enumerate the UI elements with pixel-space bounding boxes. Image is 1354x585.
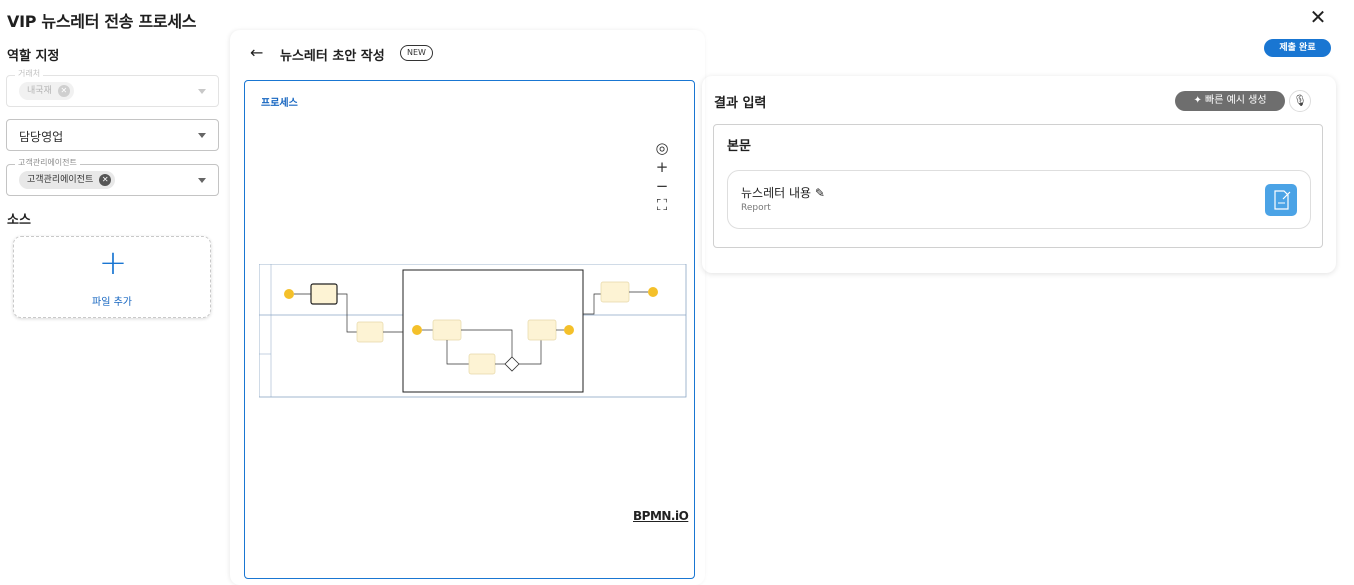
- focus-icon[interactable]: ◎: [651, 139, 673, 158]
- new-badge: NEW: [400, 45, 433, 61]
- bpmn-diagram[interactable]: [259, 264, 687, 398]
- pencil-icon[interactable]: ✎: [815, 186, 825, 200]
- role-select-client[interactable]: 거래처 내국재 ✕: [6, 69, 219, 107]
- process-label: 프로세스: [261, 98, 298, 109]
- role-select-agent[interactable]: 고객관리에이전트 고객관리에이전트 ✕: [6, 158, 219, 196]
- chevron-down-icon: [198, 178, 206, 183]
- sparkle-icon: ✦: [1193, 95, 1205, 106]
- fit-icon[interactable]: ⛶: [651, 196, 673, 215]
- window-title: VIP 뉴스레터 전송 프로세스: [7, 12, 197, 31]
- item-name-text: 뉴스레터 내용: [741, 186, 812, 200]
- close-icon[interactable]: ✕: [1307, 6, 1329, 28]
- chevron-down-icon: [198, 133, 206, 138]
- chip-remove-icon: ✕: [57, 85, 70, 97]
- back-arrow-icon[interactable]: ←: [250, 43, 263, 62]
- mic-icon[interactable]: 🎙: [1289, 90, 1311, 112]
- bpmn-io-logo[interactable]: BPMN.iO: [633, 509, 689, 523]
- zoom-controls: ◎ + − ⛶: [651, 139, 673, 215]
- chip-remove-icon[interactable]: ✕: [99, 174, 112, 186]
- body-section: 본문 뉴스레터 내용 ✎ Report: [713, 124, 1323, 248]
- role-select-sales[interactable]: 담당영업: [6, 119, 219, 151]
- submit-button[interactable]: 제출 완료: [1264, 39, 1331, 57]
- role-chip: 내국재 ✕: [19, 82, 74, 100]
- add-file-button[interactable]: + 파일 추가: [13, 236, 211, 318]
- zoom-in-icon[interactable]: +: [651, 158, 673, 177]
- document-edit-icon[interactable]: [1265, 184, 1297, 216]
- add-file-label: 파일 추가: [92, 297, 132, 308]
- source-section-header: 소스: [7, 213, 31, 228]
- item-name: 뉴스레터 내용 ✎: [741, 184, 825, 201]
- result-card: 결과 입력 ✦ 빠른 예시 생성 🎙 본문 뉴스레터 내용 ✎ Report: [702, 76, 1336, 273]
- result-title: 결과 입력: [714, 96, 767, 111]
- quick-example-button[interactable]: ✦ 빠른 예시 생성: [1175, 91, 1285, 111]
- field-legend: 거래처: [15, 69, 44, 79]
- quick-example-label: 빠른 예시 생성: [1205, 95, 1267, 106]
- step-title: 뉴스레터 초안 작성: [280, 49, 385, 64]
- chip-label: 내국재: [27, 86, 52, 96]
- field-value: 담당영업: [19, 130, 64, 144]
- role-chip: 고객관리에이전트 ✕: [19, 171, 116, 189]
- process-viewer[interactable]: 프로세스 ◎ + − ⛶ BPMN.iO: [244, 80, 695, 579]
- role-section-header: 역할 지정: [7, 49, 60, 64]
- chevron-down-icon: [198, 89, 206, 94]
- zoom-out-icon[interactable]: −: [651, 177, 673, 196]
- plus-icon: +: [98, 243, 128, 283]
- body-label: 본문: [727, 139, 751, 154]
- item-type: Report: [741, 203, 771, 213]
- newsletter-content-item[interactable]: 뉴스레터 내용 ✎ Report: [727, 170, 1311, 229]
- field-legend: 고객관리에이전트: [15, 158, 80, 168]
- chip-label: 고객관리에이전트: [27, 175, 94, 185]
